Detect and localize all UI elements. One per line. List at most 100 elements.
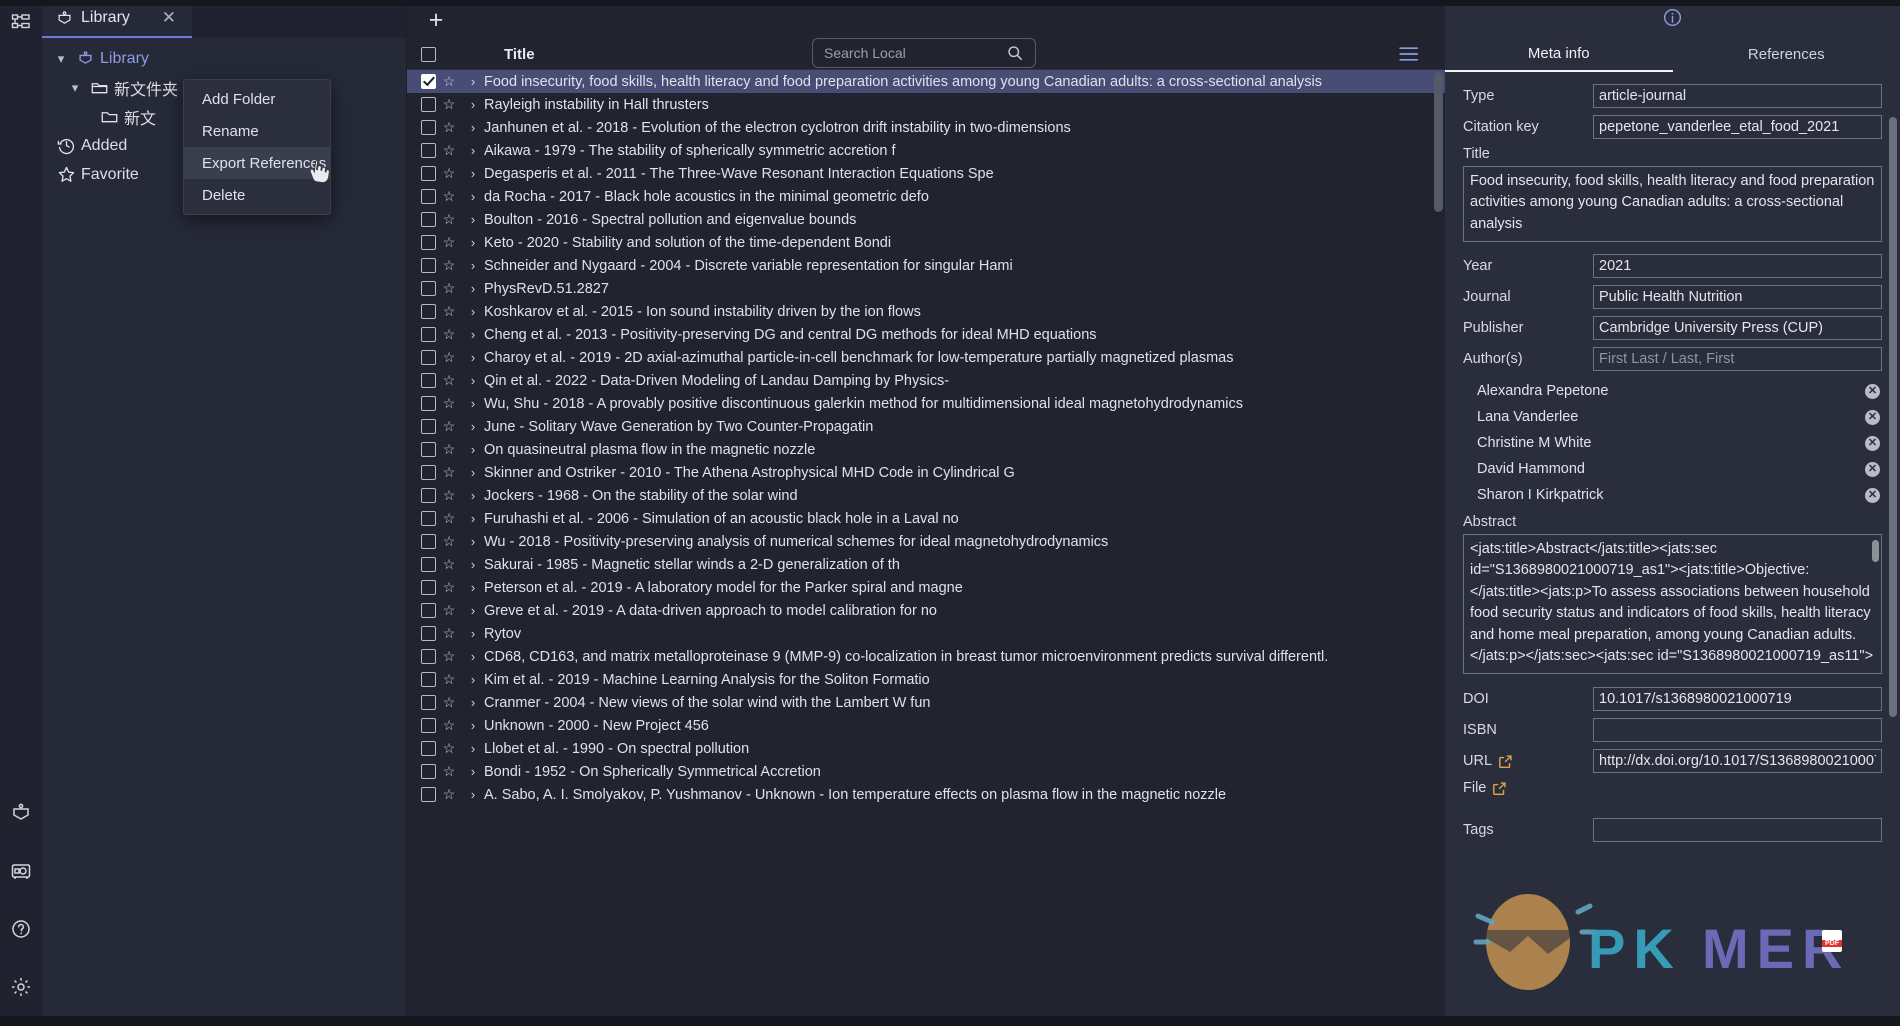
star-icon[interactable]: ☆	[436, 165, 462, 182]
star-icon[interactable]: ☆	[436, 119, 462, 136]
table-row[interactable]: ☆ › Sakurai - 1985 - Magnetic stellar wind…	[407, 553, 1445, 576]
star-icon[interactable]: ☆	[436, 441, 462, 458]
row-checkbox[interactable]	[421, 626, 436, 641]
chevron-right-icon[interactable]: ›	[462, 465, 484, 480]
field-url-input[interactable]	[1593, 749, 1882, 773]
star-icon[interactable]: ☆	[436, 395, 462, 412]
star-icon[interactable]: ☆	[436, 96, 462, 113]
field-title-textarea[interactable]	[1463, 166, 1882, 242]
table-row[interactable]: ☆ › Jockers - 1968 - On the stability of t…	[407, 484, 1445, 507]
context-menu-item-export-references[interactable]: Export References	[184, 147, 330, 179]
remove-author-icon[interactable]: ✕	[1865, 409, 1880, 425]
table-row[interactable]: ☆ › Aikawa - 1979 - The stability of spher…	[407, 139, 1445, 162]
settings-icon[interactable]	[6, 972, 36, 1002]
chevron-right-icon[interactable]: ›	[462, 327, 484, 342]
chevron-right-icon[interactable]: ›	[462, 419, 484, 434]
tree-item-library[interactable]: ▾ Library	[42, 44, 406, 73]
table-row[interactable]: ☆ › Qin et al. - 2022 - Data-Driven Modeli…	[407, 369, 1445, 392]
field-publisher-input[interactable]	[1593, 316, 1882, 340]
field-journal-input[interactable]	[1593, 285, 1882, 309]
star-icon[interactable]: ☆	[436, 73, 462, 90]
star-icon[interactable]: ☆	[436, 786, 462, 803]
table-row[interactable]: ☆ › Wu - 2018 - Positivity-preserving anal…	[407, 530, 1445, 553]
star-icon[interactable]: ☆	[436, 418, 462, 435]
field-authors-input[interactable]	[1593, 347, 1882, 371]
chevron-right-icon[interactable]: ›	[462, 166, 484, 181]
chevron-right-icon[interactable]: ›	[462, 649, 484, 664]
row-checkbox[interactable]	[421, 120, 436, 135]
star-icon[interactable]: ☆	[436, 257, 462, 274]
search-icon[interactable]	[1007, 45, 1035, 61]
meta-vertical-scrollbar[interactable]	[1889, 117, 1897, 717]
chevron-right-icon[interactable]: ›	[462, 143, 484, 158]
chevron-right-icon[interactable]: ›	[462, 74, 484, 89]
tree-view-icon[interactable]	[6, 8, 36, 38]
remove-author-icon[interactable]: ✕	[1865, 461, 1880, 477]
star-icon[interactable]: ☆	[436, 188, 462, 205]
author-row[interactable]: Lana Vanderlee ✕	[1463, 404, 1882, 430]
context-menu-item-add-folder[interactable]: Add Folder	[184, 83, 330, 115]
chevron-right-icon[interactable]: ›	[462, 488, 484, 503]
remove-author-icon[interactable]: ✕	[1865, 435, 1880, 451]
chevron-right-icon[interactable]: ›	[462, 189, 484, 204]
star-icon[interactable]: ☆	[436, 234, 462, 251]
star-icon[interactable]: ☆	[436, 280, 462, 297]
chevron-right-icon[interactable]: ›	[462, 603, 484, 618]
table-row[interactable]: ☆ › Boulton - 2016 - Spectral pollution an…	[407, 208, 1445, 231]
table-row[interactable]: ☆ › Unknown - 2000 - New Project 456	[407, 714, 1445, 737]
row-checkbox[interactable]	[421, 488, 436, 503]
row-checkbox[interactable]	[421, 350, 436, 365]
tab-references[interactable]: References	[1673, 40, 1900, 72]
star-icon[interactable]: ☆	[436, 326, 462, 343]
table-row[interactable]: ☆ › Furuhashi et al. - 2006 - Simulation o…	[407, 507, 1445, 530]
table-row[interactable]: ☆ › Rytov	[407, 622, 1445, 645]
chevron-right-icon[interactable]: ›	[462, 764, 484, 779]
table-row[interactable]: ☆ › June - Solitary Wave Generation by Two…	[407, 415, 1445, 438]
star-icon[interactable]: ☆	[436, 556, 462, 573]
row-checkbox[interactable]	[421, 511, 436, 526]
external-link-icon[interactable]	[1498, 754, 1513, 769]
chevron-right-icon[interactable]: ›	[462, 97, 484, 112]
star-icon[interactable]: ☆	[436, 602, 462, 619]
row-checkbox[interactable]	[421, 557, 436, 572]
row-checkbox[interactable]	[421, 465, 436, 480]
table-row[interactable]: ☆ › On quasineutral plasma flow in the mag…	[407, 438, 1445, 461]
chevron-right-icon[interactable]: ›	[462, 718, 484, 733]
row-checkbox[interactable]	[421, 603, 436, 618]
table-row[interactable]: ☆ › Keto - 2020 - Stability and solution o…	[407, 231, 1445, 254]
table-row[interactable]: ☆ › Schneider and Nygaard - 2004 - Discret…	[407, 254, 1445, 277]
chevron-right-icon[interactable]: ›	[462, 350, 484, 365]
table-row[interactable]: ☆ › Peterson et al. - 2019 - A laboratory …	[407, 576, 1445, 599]
row-checkbox[interactable]	[421, 212, 436, 227]
search-box[interactable]	[812, 38, 1036, 68]
field-citation-key-input[interactable]	[1593, 115, 1882, 139]
chevron-right-icon[interactable]: ›	[462, 787, 484, 802]
star-icon[interactable]: ☆	[436, 142, 462, 159]
context-menu-item-rename[interactable]: Rename	[184, 115, 330, 147]
table-row[interactable]: ☆ › A. Sabo, A. I. Smolyakov, P. Yushmanov…	[407, 783, 1445, 806]
row-checkbox[interactable]	[421, 741, 436, 756]
row-checkbox[interactable]	[421, 258, 436, 273]
chevron-right-icon[interactable]: ›	[462, 626, 484, 641]
row-checkbox[interactable]	[421, 281, 436, 296]
chevron-right-icon[interactable]: ›	[462, 672, 484, 687]
field-doi-input[interactable]	[1593, 687, 1882, 711]
chevron-down-icon[interactable]: ▾	[66, 80, 84, 96]
field-isbn-input[interactable]	[1593, 718, 1882, 742]
star-icon[interactable]: ☆	[436, 487, 462, 504]
vault-icon[interactable]	[6, 856, 36, 886]
row-checkbox[interactable]	[421, 189, 436, 204]
chevron-right-icon[interactable]: ›	[462, 534, 484, 549]
star-icon[interactable]: ☆	[436, 579, 462, 596]
chevron-right-icon[interactable]: ›	[462, 373, 484, 388]
row-checkbox[interactable]	[421, 74, 436, 89]
table-row[interactable]: ☆ › PhysRevD.51.2827	[407, 277, 1445, 300]
row-checkbox[interactable]	[421, 442, 436, 457]
abstract-scrollbar[interactable]	[1872, 540, 1879, 562]
table-row[interactable]: ☆ › Rayleigh instability in Hall thrusters	[407, 93, 1445, 116]
star-icon[interactable]: ☆	[436, 349, 462, 366]
chevron-right-icon[interactable]: ›	[462, 695, 484, 710]
star-icon[interactable]: ☆	[436, 625, 462, 642]
star-icon[interactable]: ☆	[436, 303, 462, 320]
author-row[interactable]: David Hammond ✕	[1463, 456, 1882, 482]
